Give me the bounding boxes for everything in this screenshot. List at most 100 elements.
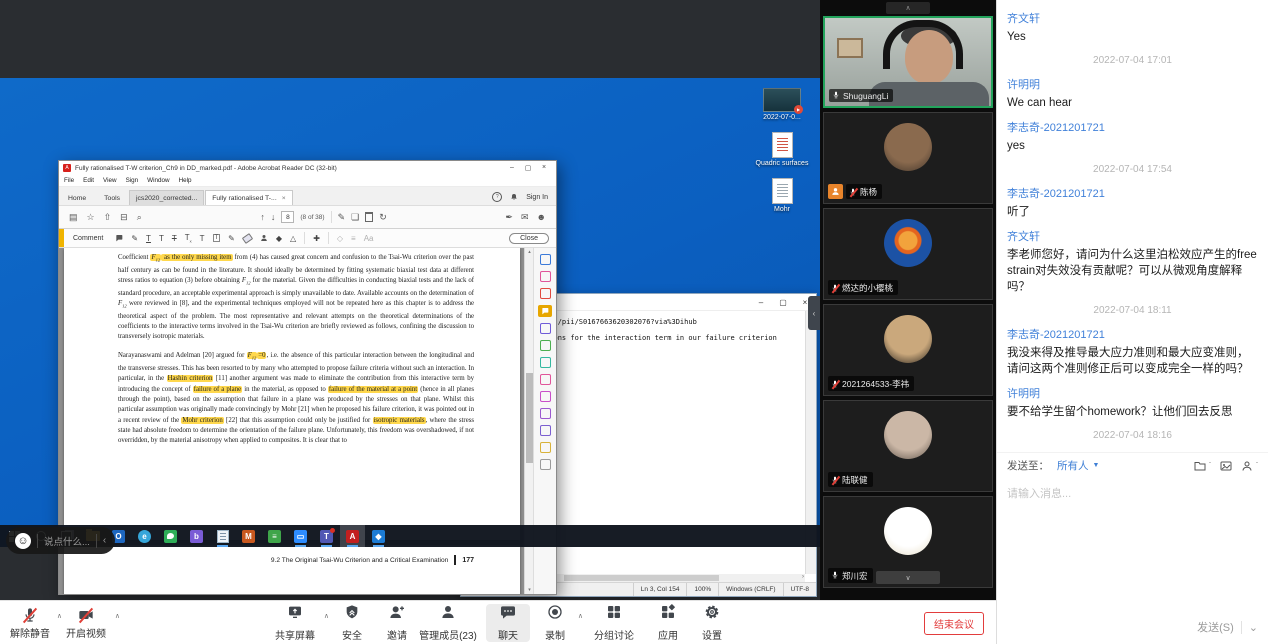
pin-icon[interactable]: ✚ bbox=[313, 234, 320, 243]
purple-app-icon[interactable]: b bbox=[184, 525, 209, 547]
unmute-button[interactable]: 解除静音 ∧ bbox=[4, 604, 56, 642]
matlab-icon[interactable]: M bbox=[236, 525, 261, 547]
wechat-icon[interactable] bbox=[158, 525, 183, 547]
desktop-icon[interactable]: ▶2022-07-0... bbox=[750, 88, 814, 122]
sign-in-link[interactable]: Sign In bbox=[526, 194, 548, 201]
menu-sign[interactable]: Sign bbox=[126, 177, 139, 184]
participant-tile[interactable]: 陈杨 bbox=[823, 112, 993, 204]
teams-icon[interactable]: T bbox=[314, 525, 339, 547]
export-excel-tool-icon[interactable] bbox=[540, 340, 551, 351]
upload-icon[interactable]: ⇧ bbox=[104, 212, 112, 223]
security-button[interactable]: 安全 bbox=[332, 604, 372, 642]
desktop-icon[interactable]: Mohr bbox=[750, 178, 814, 214]
end-meeting-button[interactable]: 结束会议 bbox=[924, 612, 984, 635]
screenshot-icon[interactable] bbox=[1220, 460, 1232, 472]
breakout-rooms-button[interactable]: 分组讨论 bbox=[584, 604, 644, 642]
chat-button[interactable]: 聊天 bbox=[486, 604, 530, 642]
chevron-up-icon[interactable]: ∧ bbox=[324, 612, 329, 620]
stamp-files-tool-icon[interactable] bbox=[540, 442, 551, 453]
page-number-input[interactable] bbox=[281, 211, 294, 223]
start-video-button[interactable]: 开启视频 ∧ bbox=[58, 604, 114, 642]
strikethrough-icon[interactable]: T bbox=[172, 234, 177, 243]
scrollbar-thumb[interactable] bbox=[526, 373, 533, 463]
underline-text-icon[interactable]: T bbox=[146, 234, 151, 243]
account-icon[interactable]: ☻ bbox=[537, 212, 546, 222]
subscript-text-icon[interactable]: Tx bbox=[185, 233, 192, 244]
chevron-up-icon[interactable]: ∧ bbox=[578, 612, 583, 620]
participant-tile[interactable]: 2021264533-李祎 bbox=[823, 304, 993, 396]
stamp-person-icon[interactable] bbox=[260, 234, 268, 242]
chat-message-list[interactable]: 齐文轩Yes2022-07-04 17:01许明明We can hear李志奇-… bbox=[997, 0, 1268, 452]
menu-view[interactable]: View bbox=[103, 177, 117, 184]
shapes-icon[interactable]: ◆ bbox=[276, 234, 282, 243]
print-icon[interactable]: ⊟ bbox=[120, 212, 128, 223]
scroll-participants-up-button[interactable]: ∧ bbox=[886, 2, 930, 14]
share-screen-button[interactable]: 共享屏幕 ∧ bbox=[267, 604, 323, 642]
collapse-left-icon[interactable]: ‹ bbox=[103, 535, 106, 546]
create-pdf-tool-icon[interactable] bbox=[540, 254, 551, 265]
document-tab-inactive[interactable]: jcs2020_corrected... bbox=[129, 190, 204, 205]
previous-page-icon[interactable]: ↑ bbox=[260, 212, 265, 222]
trash-icon[interactable] bbox=[365, 212, 373, 222]
participant-tile[interactable]: 陆联健 bbox=[823, 400, 993, 492]
protect-tool-icon[interactable] bbox=[540, 408, 551, 419]
scroll-participants-down-button[interactable]: ∨ bbox=[876, 571, 940, 584]
zoom-icon[interactable]: ▭ bbox=[288, 525, 313, 547]
panel-collapse-handle[interactable]: ‹ bbox=[808, 296, 820, 330]
notepad-icon[interactable] bbox=[210, 525, 235, 547]
notepad-minimize-button[interactable]: – bbox=[750, 298, 772, 307]
sign-pen-icon[interactable]: ✎ bbox=[338, 212, 346, 223]
help-icon[interactable]: ? bbox=[492, 192, 502, 202]
add-text-icon[interactable]: T bbox=[200, 234, 205, 243]
measure-tool-icon[interactable] bbox=[540, 425, 551, 436]
convert-tool-icon[interactable] bbox=[540, 391, 551, 402]
polygon-icon[interactable]: △ bbox=[290, 234, 296, 243]
organize-pages-tool-icon[interactable] bbox=[540, 357, 551, 368]
chevron-down-icon[interactable]: ▼ bbox=[1093, 462, 1100, 469]
scrollbar-thumb[interactable] bbox=[564, 575, 719, 581]
manage-members-button[interactable]: 管理成员(23) bbox=[410, 604, 486, 642]
acrobat-icon[interactable]: A bbox=[340, 525, 365, 547]
settings-button[interactable]: 设置 bbox=[692, 604, 732, 642]
edge-icon[interactable]: e bbox=[132, 525, 157, 547]
apps-button[interactable]: 应用 bbox=[648, 604, 688, 642]
document-tab-active[interactable]: Fully rationalised T-...× bbox=[205, 190, 292, 205]
pencil-icon[interactable]: ✎ bbox=[228, 234, 235, 243]
text-box-icon[interactable]: T bbox=[213, 234, 221, 242]
text-icon[interactable]: T bbox=[159, 234, 164, 243]
participant-tile[interactable]: ShuguangLi bbox=[823, 16, 993, 108]
quill-icon[interactable]: ✒ bbox=[505, 212, 513, 223]
tab-home[interactable]: Home bbox=[59, 192, 95, 205]
save-icon[interactable]: ▤ bbox=[69, 212, 78, 223]
menu-edit[interactable]: Edit bbox=[83, 177, 94, 184]
sticky-note-icon[interactable] bbox=[115, 234, 123, 242]
menu-window[interactable]: Window bbox=[147, 177, 169, 184]
chevron-up-icon[interactable]: ∧ bbox=[115, 612, 120, 620]
search-icon[interactable]: ⌕ bbox=[137, 212, 142, 223]
fill-sign-tool-icon[interactable] bbox=[540, 323, 551, 334]
stamp-icon[interactable]: ❏ bbox=[351, 212, 359, 223]
tab-close-icon[interactable]: × bbox=[282, 195, 286, 202]
export-pdf-tool-icon[interactable] bbox=[540, 288, 551, 299]
send-to-selector[interactable]: 所有人 bbox=[1057, 458, 1089, 473]
message-input[interactable]: 请输入消息... bbox=[997, 478, 1268, 608]
rotate-icon[interactable]: ↻ bbox=[379, 212, 387, 223]
star-icon[interactable]: ☆ bbox=[87, 212, 95, 223]
bell-icon[interactable] bbox=[510, 193, 518, 201]
close-button[interactable]: × bbox=[536, 164, 552, 172]
send-button[interactable]: 发送(S) ⌄ bbox=[1197, 619, 1258, 635]
send-options-icon[interactable]: ⌄ bbox=[1249, 621, 1258, 634]
photos-icon[interactable]: ◆ bbox=[366, 525, 391, 547]
highlighter-icon[interactable]: ✎ bbox=[131, 234, 138, 243]
notepad-maximize-button[interactable]: ▢ bbox=[772, 298, 794, 307]
desktop-icon[interactable]: Quadric surfaces bbox=[750, 132, 814, 168]
menu-file[interactable]: File bbox=[64, 177, 74, 184]
highlight-pen-tool-icon[interactable] bbox=[540, 374, 551, 385]
menu-help[interactable]: Help bbox=[179, 177, 192, 184]
participant-tile[interactable]: 燃达的小樱桃 bbox=[823, 208, 993, 300]
scroll-right-arrow-icon[interactable]: › bbox=[802, 574, 804, 580]
combine-files-tool-icon[interactable] bbox=[540, 271, 551, 282]
tab-tools[interactable]: Tools bbox=[95, 192, 129, 205]
envelope-icon[interactable]: ✉ bbox=[521, 212, 529, 223]
green-editor-icon[interactable]: ≡ bbox=[262, 525, 287, 547]
